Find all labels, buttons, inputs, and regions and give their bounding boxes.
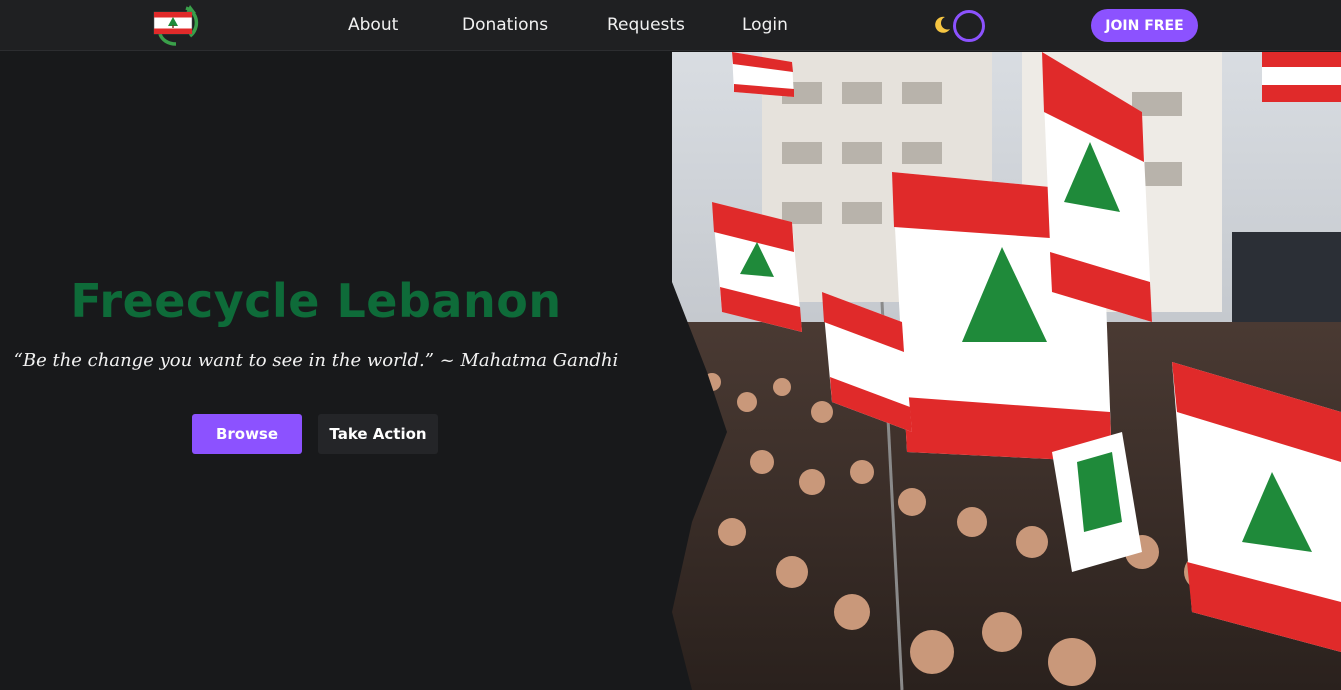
- toggle-knob[interactable]: [953, 10, 985, 42]
- nav-link-login[interactable]: Login: [742, 15, 788, 35]
- hero-crowd-flags-image: [672, 52, 1341, 690]
- moon-icon: [932, 15, 952, 35]
- take-action-button[interactable]: Take Action: [318, 414, 438, 454]
- join-free-button[interactable]: JOIN FREE: [1091, 9, 1198, 42]
- page-title: Freecycle Lebanon: [70, 274, 562, 328]
- nav-link-about[interactable]: About: [348, 15, 398, 35]
- theme-toggle[interactable]: [932, 9, 988, 42]
- nav-link-requests[interactable]: Requests: [607, 15, 685, 35]
- hero-section: Freecycle Lebanon “Be the change you wan…: [0, 52, 672, 690]
- nav-link-donations[interactable]: Donations: [462, 15, 548, 35]
- lebanon-flag-logo-icon[interactable]: [150, 4, 202, 46]
- hero-divider-shape: [672, 52, 727, 690]
- hero-quote: “Be the change you want to see in the wo…: [13, 350, 619, 371]
- top-navbar: About Donations Requests Login JOIN FREE: [0, 0, 1341, 51]
- browse-button[interactable]: Browse: [192, 414, 302, 454]
